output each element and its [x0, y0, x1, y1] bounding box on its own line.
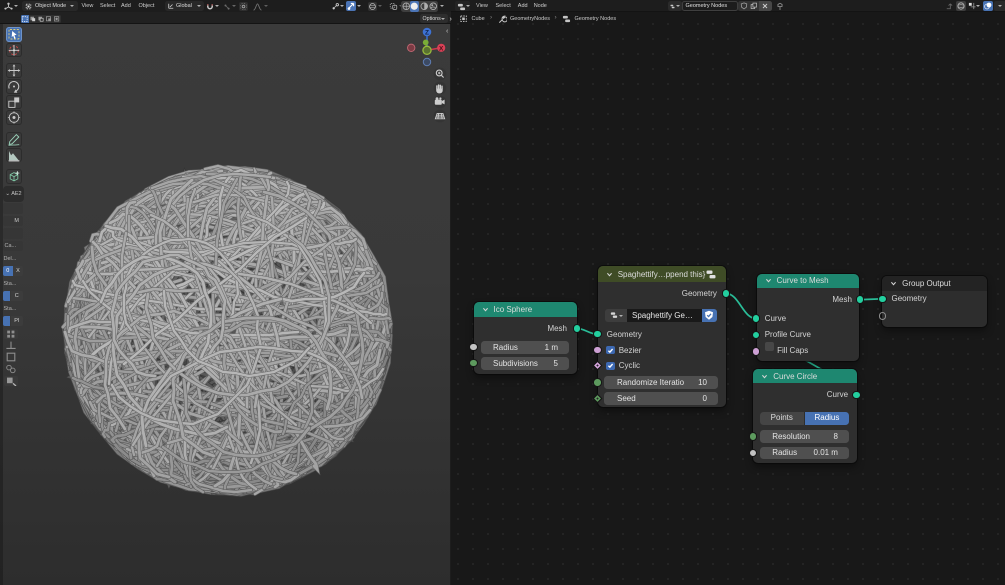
svg-text:Z: Z: [425, 30, 429, 37]
svg-text:X: X: [439, 45, 444, 52]
